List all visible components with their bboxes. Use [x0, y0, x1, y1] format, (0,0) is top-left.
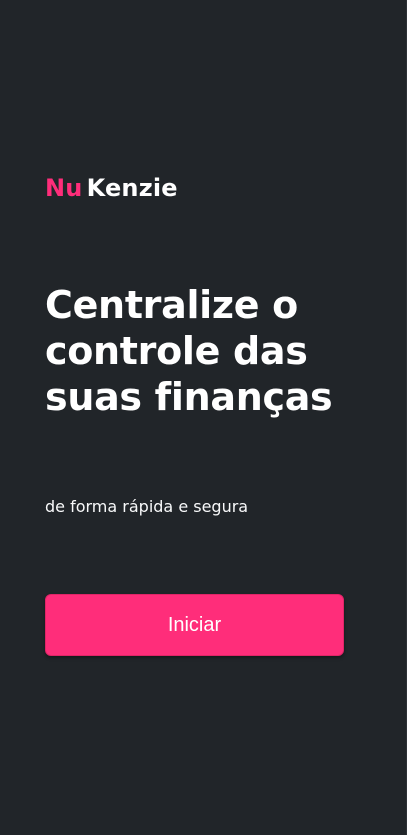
logo-kenzie-text: Kenzie: [86, 174, 178, 202]
logo-nu-text: Nu: [45, 174, 83, 202]
hero-subtitle: de forma rápida e segura: [45, 497, 249, 516]
start-button[interactable]: Iniciar: [45, 594, 344, 656]
hero-headline: Centralize o controle das suas finanças: [45, 283, 333, 419]
landing-screen: Nu Kenzie Centralize o controle das suas …: [0, 0, 407, 835]
brand-logo: Nu Kenzie: [45, 174, 178, 202]
